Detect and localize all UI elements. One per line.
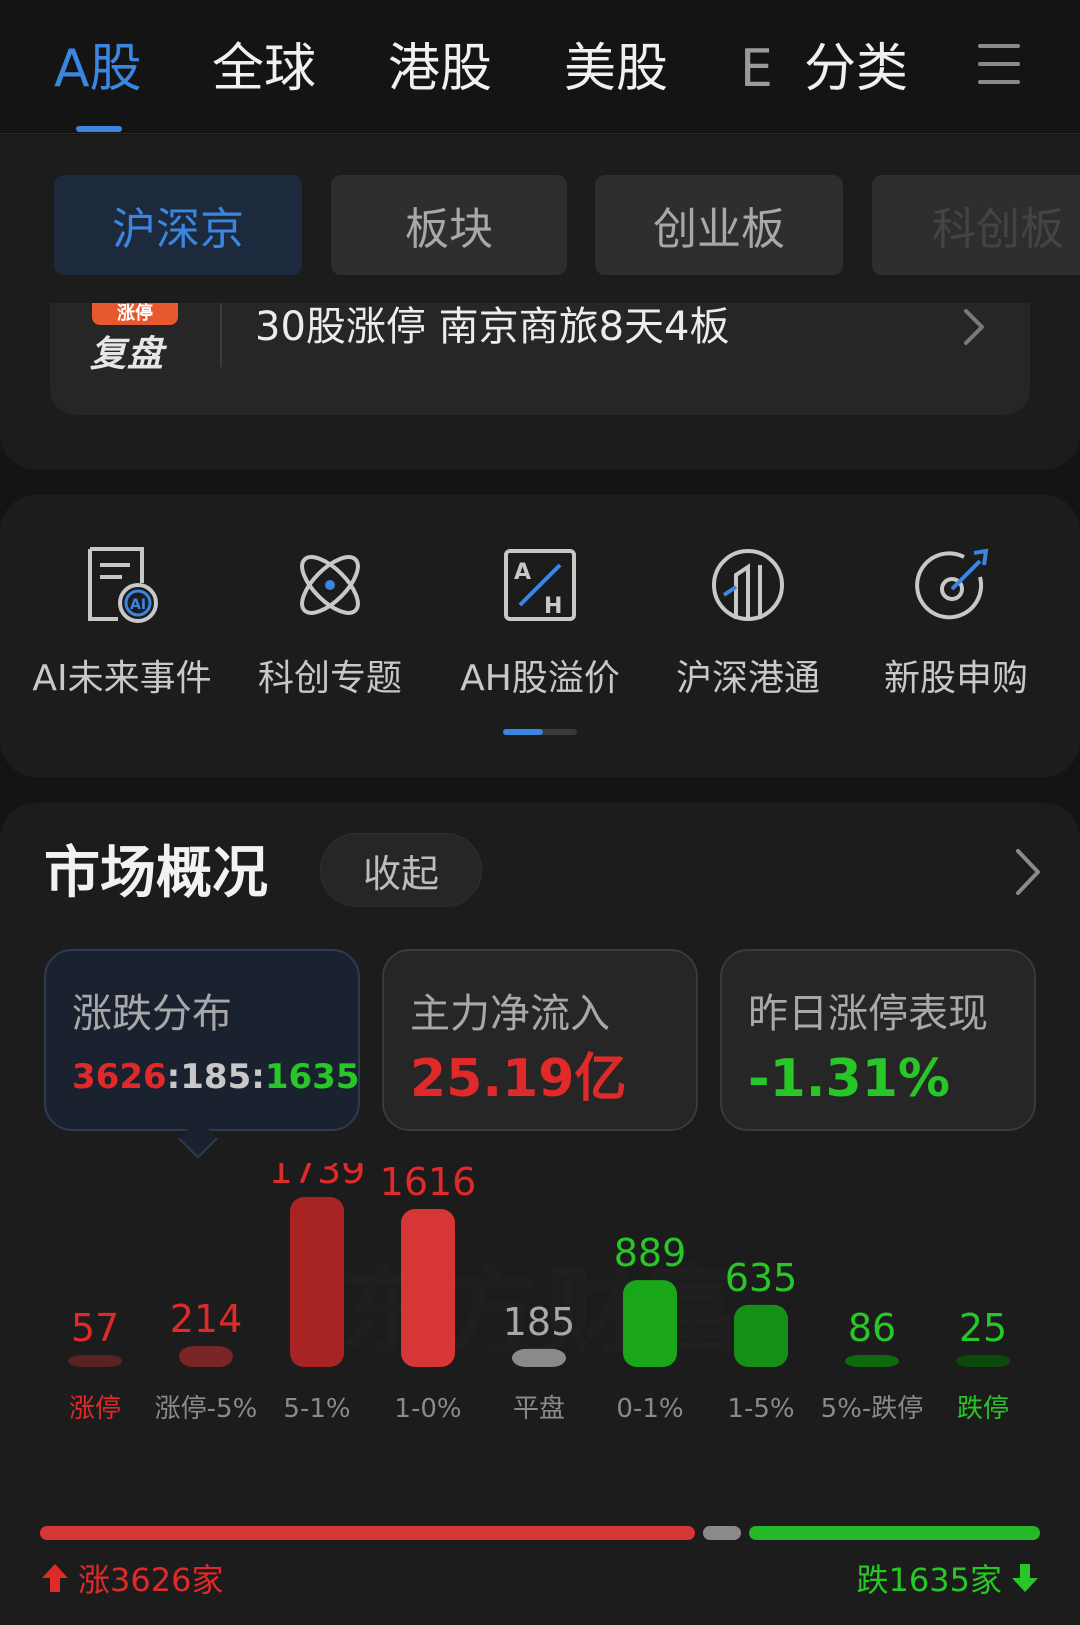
svg-text:H: H	[544, 594, 562, 619]
chart-bar	[68, 1355, 122, 1367]
chevron-right-icon	[964, 309, 984, 345]
chart-value-label: 635	[725, 1256, 798, 1300]
chart-category-label: 5-1%	[283, 1394, 350, 1424]
chart-category-label: 1-0%	[394, 1394, 461, 1424]
stat-label: 主力净流入	[410, 991, 610, 1037]
chart-category-label: 1-5%	[727, 1394, 794, 1424]
chart-bar	[734, 1304, 788, 1367]
ratio-bar-up	[40, 1526, 695, 1540]
chart-bar	[512, 1348, 566, 1367]
limit-up-performance-value: -1.31%	[748, 1049, 950, 1109]
flat-count: 185	[180, 1057, 252, 1097]
net-inflow-value: 25.19亿	[410, 1049, 627, 1109]
sub-tab-card: 沪深京 板块 创业板 科创板 涨停 复盘 30股涨停 南京商旅8天4板	[0, 135, 1080, 470]
chart-bar	[956, 1355, 1010, 1367]
summary-up: 涨3626家	[40, 1553, 223, 1603]
chart-category-label: 0-1%	[616, 1394, 683, 1424]
tool-label: AI未来事件	[32, 658, 212, 699]
distribution-chart: 57 涨停 214 涨停-5% 1739 5-1% 1616 1-0% 185 平盘 889 0-1%…	[68, 1163, 1010, 1424]
section-title: 市场概况	[44, 841, 268, 906]
market-overview-card: 市场概况 收起 东方财富 涨跌分布 3626:185:1635 主力净流入 25…	[0, 803, 1080, 1625]
tool-star-topics[interactable]: 科创专题	[230, 543, 430, 701]
chart-bar	[845, 1355, 899, 1367]
tab-global[interactable]: 全球	[212, 38, 316, 100]
stat-card-net-inflow[interactable]: 主力净流入 25.19亿	[382, 949, 698, 1131]
tab-categories[interactable]: 分类	[804, 38, 908, 100]
tool-label: 沪深港通	[675, 658, 820, 699]
chart-value-label: 25	[959, 1306, 1007, 1350]
limit-up-review-bar[interactable]: 涨停 复盘 30股涨停 南京商旅8天4板	[50, 303, 1030, 415]
collapse-button[interactable]: 收起	[320, 833, 482, 907]
menu-icon[interactable]	[978, 44, 1020, 88]
svg-text:AI: AI	[130, 597, 146, 613]
tool-label: AH股溢价	[460, 658, 620, 699]
tool-ipo-subscription[interactable]: 新股申购	[856, 543, 1056, 701]
stat-card-distribution[interactable]: 涨跌分布 3626:185:1635	[44, 949, 360, 1131]
ratio-separator: :	[251, 1057, 265, 1097]
tool-ai-future-events[interactable]: AI AI未来事件	[22, 543, 222, 701]
chart-value-label: 1616	[380, 1163, 477, 1204]
subtab-chinext[interactable]: 创业板	[595, 175, 843, 275]
stat-label: 涨跌分布	[72, 991, 232, 1037]
tab-etf[interactable]: E	[740, 38, 796, 100]
tool-stock-connect[interactable]: 沪深港通	[648, 543, 848, 701]
review-headline: 30股涨停 南京商旅8天4板	[255, 304, 730, 350]
chart-bar	[623, 1280, 677, 1367]
up-count: 3626	[72, 1057, 167, 1097]
subtab-hs-bj[interactable]: 沪深京	[54, 175, 302, 275]
distribution-ratio: 3626:185:1635	[72, 1057, 359, 1097]
arrow-up-icon	[42, 1564, 68, 1592]
chart-bar	[401, 1209, 455, 1367]
arrow-down-icon	[1012, 1564, 1038, 1592]
svg-text:A: A	[514, 560, 531, 585]
page-indicator	[503, 729, 577, 735]
chart-value-label: 214	[170, 1297, 243, 1341]
review-badge: 涨停	[92, 303, 178, 325]
down-count: 1635	[264, 1057, 360, 1097]
limit-up-review-logo: 涨停 复盘	[90, 303, 180, 375]
chart-category-label: 平盘	[513, 1394, 565, 1424]
stock-connect-icon	[712, 549, 784, 621]
tab-us-stocks[interactable]: 美股	[564, 38, 668, 100]
ratio-bar-flat	[703, 1526, 741, 1540]
active-tab-indicator	[76, 126, 122, 132]
chart-value-label: 889	[614, 1231, 687, 1275]
tool-label: 新股申购	[883, 658, 1028, 699]
summary-down: 跌1635家	[857, 1553, 1040, 1603]
ai-document-icon: AI	[88, 547, 158, 623]
tool-shortcuts-card: AI AI未来事件 科创专题 A H AH股溢价 沪深港通 新股申购	[0, 495, 1080, 777]
divider	[220, 303, 222, 367]
top-tab-bar: A股 全球 港股 美股 E 分类	[0, 0, 1080, 134]
tab-a-shares[interactable]: A股	[54, 38, 142, 100]
ah-premium-icon: A H	[504, 549, 576, 621]
summary-up-text: 涨3626家	[78, 1561, 224, 1599]
chart-value-label: 185	[503, 1300, 576, 1344]
stat-label: 昨日涨停表现	[748, 991, 988, 1037]
chart-category-label: 跌停	[957, 1394, 1009, 1424]
subtab-sectors[interactable]: 板块	[331, 175, 567, 275]
tool-ah-premium[interactable]: A H AH股溢价	[440, 543, 640, 701]
chart-value-label: 1739	[269, 1163, 366, 1192]
atom-icon	[300, 555, 360, 615]
chart-value-label: 86	[848, 1306, 896, 1350]
target-dart-icon	[915, 548, 989, 620]
stat-card-limit-up-performance[interactable]: 昨日涨停表现 -1.31%	[720, 949, 1036, 1131]
tab-hk-stocks[interactable]: 港股	[388, 38, 492, 100]
chart-category-label: 涨停-5%	[155, 1394, 258, 1424]
subtab-star-market[interactable]: 科创板	[872, 175, 1080, 275]
chart-value-label: 57	[71, 1306, 119, 1350]
chart-category-label: 5%-跌停	[821, 1394, 924, 1424]
summary-down-text: 跌1635家	[856, 1561, 1002, 1599]
ratio-separator: :	[166, 1057, 181, 1097]
tool-label: 科创专题	[257, 658, 402, 699]
chart-bar	[179, 1346, 233, 1367]
ratio-bar-down	[749, 1526, 1040, 1540]
chart-bar	[290, 1197, 344, 1367]
review-logo-text: 复盘	[90, 334, 165, 375]
chevron-right-icon[interactable]	[1014, 847, 1042, 897]
chart-category-label: 涨停	[69, 1394, 121, 1424]
